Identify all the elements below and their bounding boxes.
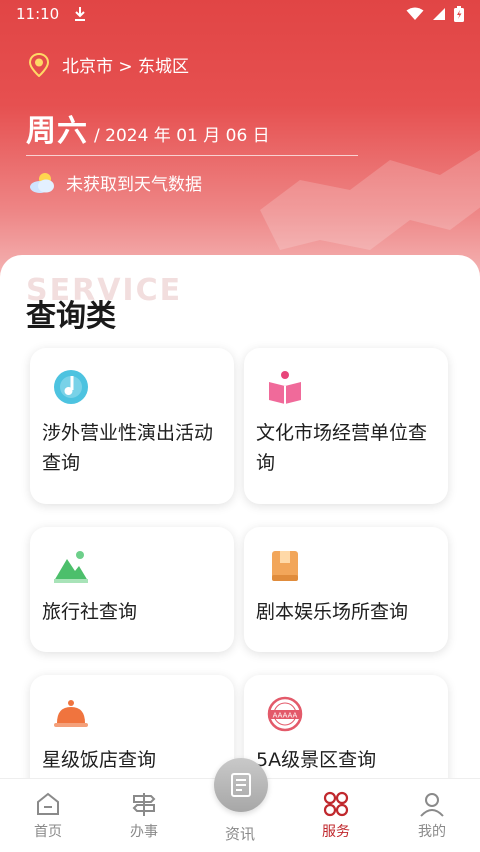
status-bar: 11:10: [0, 0, 480, 28]
battery-icon: [454, 6, 464, 22]
tab-news-label: 资讯: [224, 825, 255, 843]
open-book-icon: [269, 371, 301, 404]
card-travel-agency[interactable]: 旅行社查询: [30, 527, 234, 652]
card-label: 5A级景区查询: [256, 749, 377, 771]
music-note-icon: [54, 370, 88, 404]
tab-home[interactable]: 首页: [8, 791, 88, 849]
card-label: 星级饭店查询: [42, 749, 157, 771]
document-icon: [231, 773, 251, 797]
weather-info: 未获取到天气数据: [28, 170, 202, 195]
weekday-text: 周六: [26, 114, 88, 149]
section-title: 查询类: [26, 299, 116, 334]
mountain-icon: [54, 551, 88, 583]
card-label: 旅行社查询: [42, 601, 138, 623]
tab-news-button[interactable]: [214, 758, 268, 812]
card-label: 涉外营业性演出活动查询: [42, 422, 214, 474]
tab-affairs-label: 办事: [130, 824, 158, 840]
card-label: 文化市场经营单位查询: [256, 422, 428, 474]
home-icon: [37, 792, 59, 815]
signal-icon: [433, 8, 445, 20]
header-divider: [26, 155, 358, 156]
tab-affairs[interactable]: 办事: [104, 791, 184, 849]
tab-services-label: 服务: [322, 824, 350, 840]
service-bell-icon: [54, 700, 88, 727]
grid-apps-icon: [323, 791, 349, 817]
card-cultural-market[interactable]: 文化市场经营单位查询: [244, 348, 448, 504]
date-display: 周六 / 2024 年 01 月 06 日: [26, 106, 270, 150]
date-text: / 2024 年 01 月 06 日: [94, 126, 270, 146]
aaaaa-badge-icon: AAAAA: [267, 696, 303, 732]
card-foreign-performance[interactable]: 涉外营业性演出活动查询: [30, 348, 234, 504]
cloud-sun-icon: [30, 172, 54, 193]
status-time: 11:10: [16, 5, 60, 23]
tab-mine-label: 我的: [418, 824, 446, 840]
wifi-icon: [406, 7, 424, 20]
card-script-entertainment[interactable]: 剧本娱乐场所查询: [244, 527, 448, 652]
user-icon: [420, 793, 444, 817]
location-text: 北京市 > 东城区: [62, 57, 190, 77]
location-selector[interactable]: 北京市 > 东城区: [28, 52, 189, 77]
script-book-icon: [272, 551, 298, 581]
tab-home-label: 首页: [34, 824, 62, 840]
download-icon: [75, 7, 86, 21]
tab-mine[interactable]: 我的: [392, 791, 472, 849]
location-pin-icon: [28, 52, 50, 77]
card-label: 剧本娱乐场所查询: [256, 601, 409, 623]
tab-services[interactable]: 服务: [296, 791, 376, 849]
weather-text: 未获取到天气数据: [66, 175, 202, 195]
svg-text:AAAAA: AAAAA: [273, 712, 298, 720]
signpost-icon: [132, 793, 156, 816]
